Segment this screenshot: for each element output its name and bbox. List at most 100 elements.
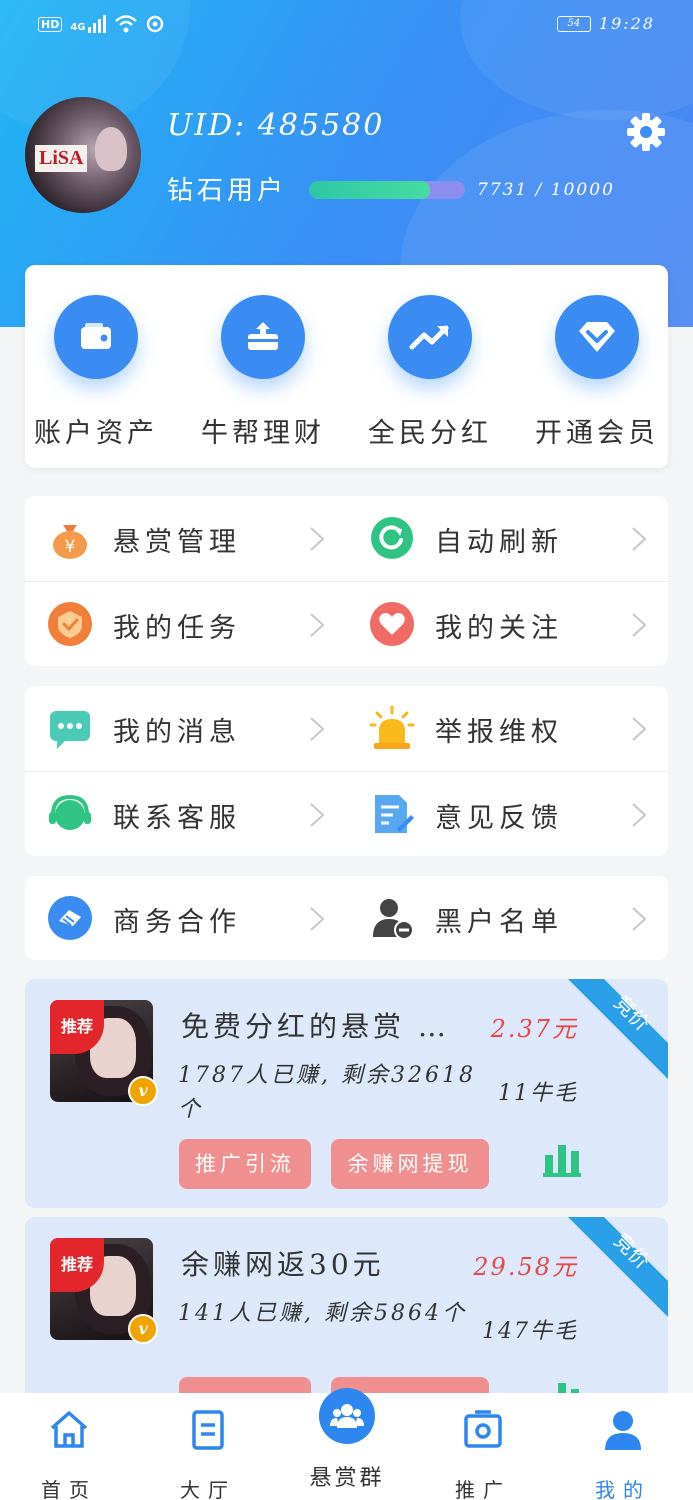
chevron-right-icon [310, 907, 325, 931]
chevron-right-icon [310, 613, 325, 637]
alarm-light-icon [369, 705, 415, 749]
account-assets-button[interactable]: 账户资产 [26, 295, 166, 450]
nav-label: 首页 [41, 1478, 97, 1500]
my-tasks-item[interactable]: 我的任务 [25, 582, 345, 667]
feedback-item[interactable]: 意见反馈 [347, 772, 667, 857]
group-icon [330, 1404, 364, 1428]
refresh-icon [371, 517, 413, 559]
promote-frame-icon [464, 1410, 502, 1448]
hd-indicator: HD [38, 16, 63, 32]
reward-card[interactable]: 推荐 v 免费分红的悬赏 … 2.37元 1787人已赚, 剩余32618个 1… [25, 979, 668, 1208]
reward-stats: 141人已赚, 剩余5864个 [178, 1301, 467, 1326]
settings-gear-icon[interactable] [626, 112, 666, 152]
chevron-right-icon [632, 613, 647, 637]
reward-price: 2.37元 [490, 1015, 578, 1043]
business-cooperation-item[interactable]: 商务合作 [25, 876, 345, 961]
reward-title: 免费分红的悬赏 … [181, 1010, 450, 1043]
list-document-icon [192, 1410, 224, 1450]
upload-card-icon [248, 322, 278, 350]
menu-label: 我的消息 [113, 717, 241, 748]
headset-icon [49, 794, 91, 830]
finance-button[interactable]: 牛帮理财 [193, 295, 333, 450]
signal-icon: 4G [70, 15, 106, 33]
svg-text:¥: ¥ [65, 537, 76, 557]
avatar[interactable]: LiSA [25, 97, 141, 213]
bar-chart-icon[interactable] [543, 1143, 581, 1177]
report-item[interactable]: 举报维权 [347, 686, 667, 771]
menu-label: 意见反馈 [435, 803, 563, 834]
dividend-button[interactable]: 全民分红 [360, 295, 500, 450]
clock: 19:28 [598, 14, 655, 33]
reward-manage-item[interactable]: ¥ 悬赏管理 [25, 496, 345, 581]
nav-hall[interactable]: 大厅 [163, 1408, 253, 1500]
verified-v-icon: v [128, 1076, 158, 1106]
menu-label: 联系客服 [113, 803, 241, 834]
reward-price: 29.58元 [473, 1253, 578, 1281]
reward-tag-button[interactable]: 推广引流 [179, 1139, 311, 1189]
reward-tag-button[interactable]: 余赚网提现 [331, 1139, 489, 1189]
menu-label: 自动刷新 [435, 527, 563, 558]
quick-action-label: 账户资产 [34, 418, 158, 449]
chevron-right-icon [310, 527, 325, 551]
menu-label: 商务合作 [113, 907, 241, 938]
menu-label: 黑户名单 [435, 907, 563, 938]
bid-corner-ribbon: 竞价 [568, 1217, 668, 1317]
reward-title: 余赚网返30元 [181, 1248, 385, 1281]
reward-count: 11牛毛 [498, 1081, 578, 1106]
sync-icon [146, 15, 163, 33]
user-level: 钻石用户 [167, 176, 288, 206]
chevron-right-icon [310, 717, 325, 741]
avatar-logo: LiSA [35, 145, 88, 172]
verified-v-icon: v [128, 1314, 158, 1344]
wallet-icon [81, 323, 111, 349]
wifi-icon [114, 15, 137, 33]
bid-corner-ribbon: 竞价 [568, 979, 668, 1079]
level-progress-text: 7731 / 10000 [477, 180, 615, 200]
my-messages-item[interactable]: 我的消息 [25, 686, 345, 771]
chevron-right-icon [632, 717, 647, 741]
chat-bubble-icon [50, 711, 90, 749]
nav-label: 悬赏群 [309, 1466, 385, 1491]
menu-card-tasks: ¥ 悬赏管理 自动刷新 我的任务 我的关注 [25, 496, 668, 666]
money-bag-icon: ¥ [53, 525, 87, 559]
quick-action-label: 全民分红 [368, 418, 492, 449]
my-follows-item[interactable]: 我的关注 [347, 582, 667, 667]
quick-actions-card: 账户资产 牛帮理财 全民分红 开通会员 [25, 265, 668, 468]
document-edit-icon [375, 795, 414, 833]
nav-label: 推广 [455, 1478, 511, 1500]
menu-card-business: 商务合作 黑户名单 [25, 876, 668, 960]
nav-mine[interactable]: 我的 [578, 1408, 668, 1500]
chevron-right-icon [632, 907, 647, 931]
task-shield-icon [48, 602, 92, 646]
level-progress-bar [309, 181, 465, 199]
nav-home[interactable]: 首页 [24, 1408, 114, 1500]
chevron-right-icon [310, 803, 325, 827]
battery-icon: 54 [556, 15, 591, 32]
trend-up-icon [409, 325, 449, 350]
menu-label: 悬赏管理 [113, 527, 241, 558]
menu-label: 我的关注 [435, 613, 563, 644]
nav-group-button[interactable] [319, 1388, 375, 1444]
chevron-right-icon [632, 803, 647, 827]
blacklist-item[interactable]: 黑户名单 [347, 876, 667, 961]
user-id: UID: 485580 [167, 108, 385, 143]
heart-icon [370, 602, 414, 646]
quick-action-label: 牛帮理财 [201, 418, 325, 449]
nav-promote[interactable]: 推广 [438, 1408, 528, 1500]
contact-service-item[interactable]: 联系客服 [25, 772, 345, 857]
menu-card-support: 我的消息 举报维权 联系客服 意见反馈 [25, 686, 668, 856]
nav-label: 我的 [595, 1478, 651, 1500]
chevron-right-icon [632, 527, 647, 551]
menu-label: 举报维权 [435, 717, 563, 748]
reward-stats: 1787人已赚, 剩余32618个 [178, 1063, 476, 1122]
quick-action-label: 开通会员 [535, 418, 659, 449]
menu-label: 我的任务 [113, 613, 241, 644]
diamond-icon [579, 322, 615, 352]
handshake-icon [48, 896, 92, 940]
home-icon [50, 1411, 88, 1448]
nav-label: 大厅 [180, 1478, 236, 1500]
user-icon [605, 1411, 641, 1450]
auto-refresh-item[interactable]: 自动刷新 [347, 496, 667, 581]
reward-count: 147牛毛 [482, 1319, 578, 1344]
vip-button[interactable]: 开通会员 [527, 295, 667, 450]
